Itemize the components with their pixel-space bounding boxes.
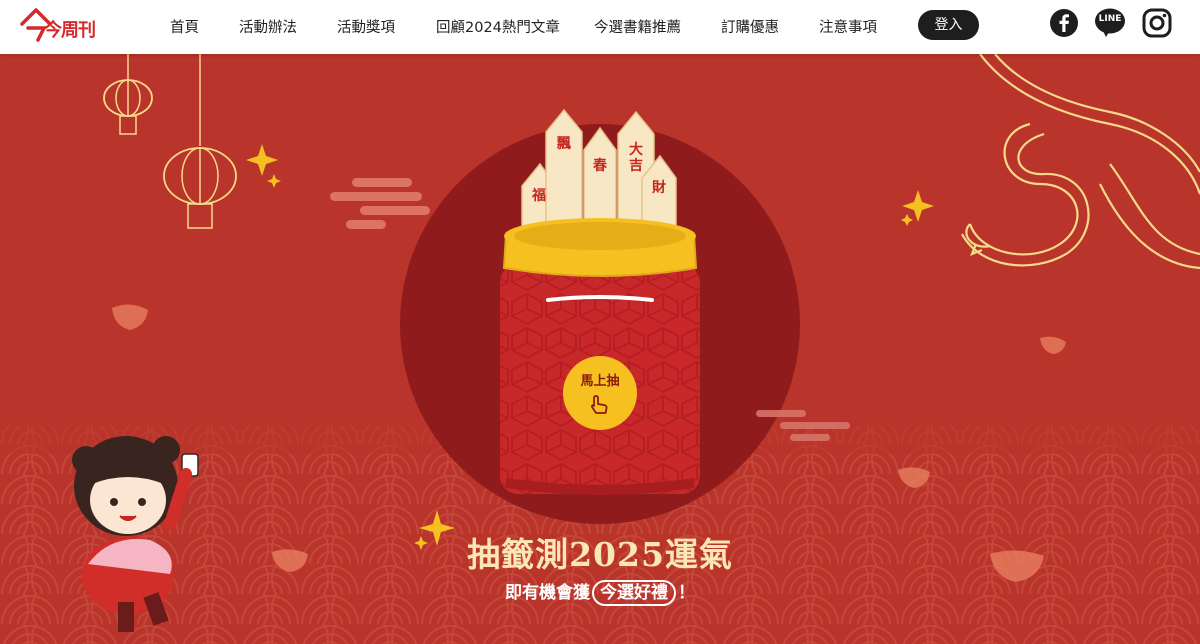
facebook-icon[interactable] bbox=[1049, 8, 1079, 38]
campaign-subtitle: 即有機會獲 今選好禮！ bbox=[0, 578, 1200, 606]
nav-review-2024[interactable]: 回顧2024熱門文章 bbox=[436, 16, 560, 37]
site-logo[interactable]: 今周刊 bbox=[18, 6, 98, 46]
lantern-small bbox=[103, 54, 153, 135]
nav-prizes[interactable]: 活動獎項 bbox=[337, 16, 395, 37]
nav-home[interactable]: 首頁 bbox=[170, 16, 199, 37]
subtitle-text-before: 即有機會獲 bbox=[505, 583, 590, 603]
subtitle-text-after: ！ bbox=[678, 583, 695, 603]
stick-label-piao: 飄 bbox=[557, 136, 571, 152]
instagram-icon[interactable] bbox=[1142, 8, 1172, 38]
draw-now-label: 馬上抽 bbox=[580, 374, 620, 389]
nav-subscribe[interactable]: 訂購優惠 bbox=[721, 16, 779, 37]
subtitle-highlight-badge: 今選好禮 bbox=[592, 580, 676, 606]
snake-illustration bbox=[961, 54, 1200, 270]
nav-rules[interactable]: 活動辦法 bbox=[239, 16, 297, 37]
hero-banner: 福 飄 春 大吉 財 馬上抽 抽籤測2025運氣 即有機會獲 今選好禮！ bbox=[0, 54, 1200, 644]
cloud-left bbox=[330, 178, 430, 229]
stick-label-fu: 福 bbox=[532, 188, 546, 204]
nav-book-picks[interactable]: 今選書籍推薦 bbox=[594, 16, 681, 37]
stick-label-chun: 春 bbox=[593, 158, 607, 174]
tap-hand-icon bbox=[590, 395, 608, 414]
logo-text: 今周刊 bbox=[44, 20, 96, 41]
stick-label-daji: 大吉 bbox=[629, 142, 643, 174]
line-icon-text: LINE bbox=[1098, 14, 1122, 24]
stick-label-cai: 財 bbox=[652, 180, 666, 196]
login-button[interactable]: 登入 bbox=[918, 10, 979, 40]
lantern-large bbox=[163, 54, 237, 229]
line-icon[interactable]: LINE bbox=[1094, 8, 1126, 38]
campaign-title: 抽籤測2025運氣 bbox=[467, 535, 733, 574]
draw-now-button[interactable]: 馬上抽 bbox=[563, 356, 637, 430]
site-header: 今周刊 首頁 活動辦法 活動獎項 回顧2024熱門文章 今選書籍推薦 訂購優惠 … bbox=[0, 0, 1200, 54]
nav-notes[interactable]: 注意事項 bbox=[819, 16, 877, 37]
